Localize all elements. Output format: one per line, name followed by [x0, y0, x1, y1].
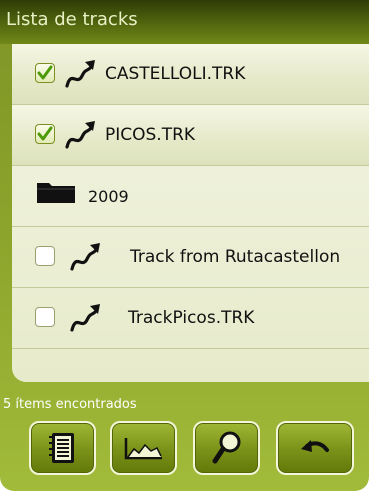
track-icon [70, 243, 100, 271]
search-button[interactable] [193, 421, 260, 475]
track-list[interactable]: CASTELLOLI.TRK PICOS.TRK 2009 Track from… [12, 44, 369, 382]
item-label: CASTELLOLI.TRK [105, 64, 246, 84]
checkbox[interactable] [35, 124, 55, 144]
list-item[interactable]: PICOS.TRK [12, 105, 369, 166]
checkbox[interactable] [35, 246, 55, 266]
track-icon [65, 60, 95, 88]
undo-arrow-icon [301, 440, 329, 452]
item-label: 2009 [88, 187, 129, 206]
check-mark-icon [37, 65, 53, 80]
check-mark-icon [37, 126, 53, 141]
item-label: PICOS.TRK [105, 125, 196, 145]
folder-icon [37, 183, 75, 203]
track-icon [70, 304, 100, 332]
magnifier-icon [212, 431, 240, 464]
item-label: Track from Rutacastellon [130, 247, 341, 267]
item-label: TrackPicos.TRK [128, 308, 255, 328]
elevation-profile-icon [124, 438, 162, 460]
list-item[interactable]: CASTELLOLI.TRK [12, 44, 369, 105]
list-item[interactable]: Track from Rutacastellon [12, 227, 369, 288]
track-icon [65, 121, 95, 149]
app-window: Lista de tracks CASTELLOLI.TRK PICOS.TRK… [0, 0, 369, 491]
list-item[interactable]: 2009 [12, 166, 369, 227]
page-title: Lista de tracks [6, 9, 138, 30]
list-item[interactable]: TrackPicos.TRK [12, 288, 369, 349]
checkbox[interactable] [35, 307, 55, 327]
status-text: 5 ítems encontrados [3, 397, 137, 412]
list-view-button[interactable] [29, 421, 96, 475]
profile-button[interactable] [110, 421, 177, 475]
title-bar: Lista de tracks [0, 0, 369, 44]
back-button[interactable] [276, 421, 354, 475]
document-list-icon [48, 433, 74, 463]
checkbox[interactable] [35, 63, 55, 83]
